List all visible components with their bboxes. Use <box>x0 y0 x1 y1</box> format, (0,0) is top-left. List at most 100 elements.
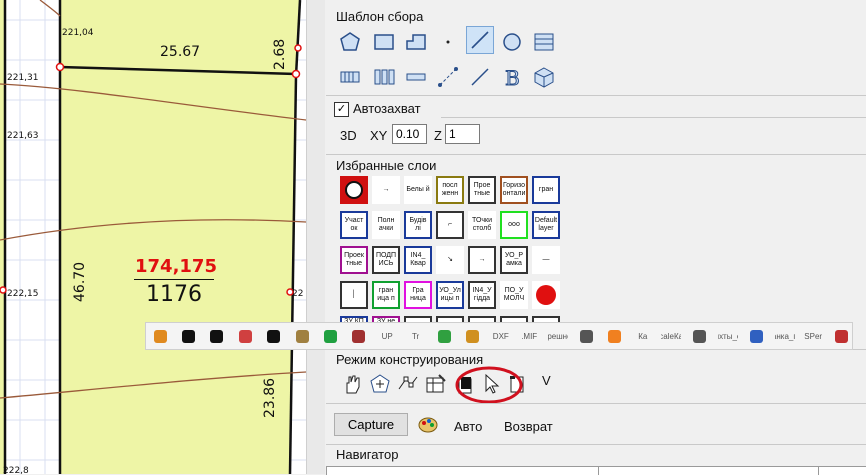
floating-tool-button[interactable] <box>690 326 710 346</box>
return-link[interactable]: Возврат <box>504 419 553 434</box>
polyline-rect-tool-icon[interactable] <box>402 28 430 56</box>
svg-text:B: B <box>505 66 520 88</box>
red-dot-layer-icon[interactable] <box>532 281 560 309</box>
favorite-layer-button[interactable]: IN4_ Квар <box>404 246 432 274</box>
autosnap-label: Автозахват <box>353 101 421 116</box>
hand-pan-icon[interactable] <box>338 370 366 398</box>
floating-tool-button[interactable] <box>207 326 227 346</box>
palette-icon[interactable] <box>414 411 442 439</box>
fence-tool-icon[interactable] <box>336 63 364 91</box>
favorite-layers-title: Избранные слои <box>336 158 437 173</box>
favorite-layer-button[interactable]: Будів лі <box>404 211 432 239</box>
floating-tool-button[interactable]: анка_п <box>775 326 795 346</box>
floating-tool-button[interactable] <box>320 326 340 346</box>
floating-tool-button[interactable]: SPer <box>803 326 823 346</box>
dimension-label: 46.70 <box>72 261 88 302</box>
band-tool-icon[interactable] <box>402 63 430 91</box>
segment-tool-icon[interactable] <box>434 63 462 91</box>
floating-tool-button[interactable] <box>178 326 198 346</box>
template-section-title: Шаблон сбора <box>336 9 424 24</box>
divider <box>326 403 866 404</box>
favorite-layer-button[interactable]: Полн ачки <box>372 211 400 239</box>
favorite-layer-button[interactable]: — <box>532 246 560 274</box>
point-tool-icon[interactable] <box>434 28 462 56</box>
elevation-label: 222,8 <box>3 466 29 474</box>
favorite-layer-button[interactable]: гран <box>532 176 560 204</box>
floating-tool-button[interactable] <box>292 326 312 346</box>
circle-tool-icon[interactable] <box>498 28 526 56</box>
floating-tool-button[interactable] <box>349 326 369 346</box>
text-b-tool-icon[interactable]: B <box>498 63 526 91</box>
divider <box>326 444 866 445</box>
dimension-label: 25.67 <box>160 44 201 60</box>
navigator-title: Навигатор <box>336 447 399 462</box>
arrow-line-tool-icon[interactable] <box>466 63 494 91</box>
favorite-layer-button[interactable]: → <box>372 176 400 204</box>
floating-tool-button[interactable] <box>434 326 454 346</box>
edit-nodes-icon[interactable] <box>394 370 422 398</box>
xy-tolerance-input[interactable]: 0.10 <box>392 124 427 144</box>
floating-tool-button[interactable] <box>462 326 482 346</box>
favorite-layer-button[interactable]: Проек тные <box>340 246 368 274</box>
map-canvas[interactable]: 221,04 221,31 221,63 222,15 222,8 22 25.… <box>0 0 306 474</box>
red-circle-layer-icon[interactable] <box>340 176 368 204</box>
table-edit-icon[interactable] <box>422 370 450 398</box>
capture-button[interactable]: Capture <box>334 413 408 436</box>
line-tool-icon[interactable] <box>466 26 494 54</box>
favorite-layer-button[interactable]: │ <box>340 281 368 309</box>
dimension-label: 2.68 <box>272 38 288 70</box>
favorite-layer-button[interactable]: Прое тные <box>468 176 496 204</box>
floating-tool-button[interactable] <box>604 326 624 346</box>
label-z: Z <box>434 128 442 143</box>
divider <box>441 117 866 118</box>
polygon-tool-icon[interactable] <box>336 28 364 56</box>
favorite-layer-button[interactable]: IN4_У гідда <box>468 281 496 309</box>
mode-v-label[interactable]: V <box>542 373 551 388</box>
favorite-layer-button[interactable]: ПО_У МОЛЧ <box>500 281 528 309</box>
favorite-layer-button[interactable]: УО_Ул ицы п <box>436 281 464 309</box>
floating-tool-button[interactable] <box>264 326 284 346</box>
floating-tool-button[interactable]: .MIF <box>519 326 539 346</box>
floating-tool-button[interactable]: UP <box>377 326 397 346</box>
elevation-label: 221,04 <box>62 28 94 38</box>
columns-tool-icon[interactable] <box>370 63 398 91</box>
tools-panel: Шаблон сбора B ✓ Автозахват 3D XY 0.10 Z… <box>326 0 866 475</box>
floating-tool-button[interactable]: саlеКа <box>661 326 681 346</box>
auto-link[interactable]: Авто <box>454 419 482 434</box>
map-drawing <box>0 0 306 474</box>
floating-tool-button[interactable]: Ка <box>633 326 653 346</box>
floating-tool-button[interactable]: DXF <box>491 326 511 346</box>
map-vertical-scrollbar[interactable] <box>306 0 325 474</box>
floating-tool-button[interactable]: ихты_е <box>718 326 738 346</box>
floating-tool-button[interactable] <box>746 326 766 346</box>
elevation-label: 221,63 <box>7 131 39 141</box>
floating-tool-button[interactable]: трешно <box>548 326 568 346</box>
floating-tool-button[interactable]: Tr <box>406 326 426 346</box>
favorite-layer-button[interactable]: ПОДП ИСЬ <box>372 246 400 274</box>
floating-tool-button[interactable] <box>235 326 255 346</box>
floating-tool-button[interactable] <box>576 326 596 346</box>
favorite-layer-button[interactable]: ↘ <box>436 246 464 274</box>
favorite-layer-button[interactable]: → <box>468 246 496 274</box>
favorite-layer-button[interactable]: Default layer <box>532 211 560 239</box>
floating-tool-button[interactable] <box>150 326 170 346</box>
floating-tool-button[interactable] <box>832 326 852 346</box>
favorite-layer-button[interactable]: УО_Р амка <box>500 246 528 274</box>
rectangle-tool-icon[interactable] <box>370 28 398 56</box>
favorite-layer-button[interactable]: ооо <box>500 211 528 239</box>
cube-tool-icon[interactable] <box>530 63 558 91</box>
favorite-layer-button[interactable]: Участ ок <box>340 211 368 239</box>
add-vertex-icon[interactable] <box>366 370 394 398</box>
favorite-layer-button[interactable]: ТОчки столб <box>468 211 496 239</box>
divider <box>326 95 866 96</box>
favorite-layer-button[interactable]: Белы й <box>404 176 432 204</box>
autosnap-checkbox[interactable]: ✓ <box>334 102 349 117</box>
favorite-layer-button[interactable]: ⌐ <box>436 211 464 239</box>
parcel-area: 1176 <box>146 282 202 307</box>
table-tool-icon[interactable] <box>530 28 558 56</box>
z-tolerance-input[interactable]: 1 <box>445 124 480 144</box>
favorite-layer-button[interactable]: Гра ница <box>404 281 432 309</box>
favorite-layer-button[interactable]: гран ица п <box>372 281 400 309</box>
favorite-layer-button[interactable]: посл женн <box>436 176 464 204</box>
favorite-layer-button[interactable]: Горизо онтали <box>500 176 528 204</box>
